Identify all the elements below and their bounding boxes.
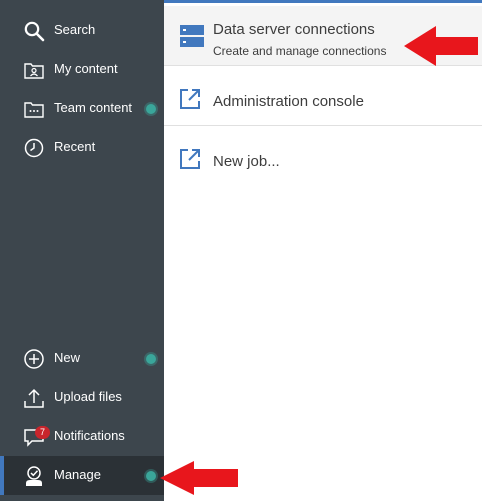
sidebar-item-recent[interactable]: Recent (0, 128, 164, 167)
item-subtitle: Create and manage connections (213, 44, 387, 58)
launch-icon (179, 88, 201, 115)
app-root: Search My content Team content Recent Ne… (0, 0, 482, 501)
team-content-icon (23, 98, 45, 120)
server-icon (179, 23, 205, 54)
sidebar-item-label: Manage (54, 467, 101, 482)
annotation-arrow-icon (160, 461, 238, 495)
sidebar-item-label: New (54, 350, 81, 365)
search-icon (23, 20, 45, 42)
manage-panel: Data server connections Create and manag… (164, 3, 482, 501)
sidebar-item-label: Team content (54, 100, 133, 115)
launch-icon (179, 148, 201, 175)
plus-circle-icon (23, 348, 45, 370)
sidebar-item-label: Search (54, 22, 96, 37)
administration-console-item[interactable]: Administration console (164, 66, 482, 125)
item-title: New job... (213, 153, 280, 170)
sidebar-item-label: Upload files (54, 389, 122, 404)
new-job-item[interactable]: New job... (164, 126, 482, 185)
sidebar-item-team-content[interactable]: Team content (0, 89, 164, 128)
active-indicator (0, 456, 4, 495)
sidebar-item-upload-files[interactable]: Upload files (0, 378, 164, 417)
sidebar-item-label: Notifications (54, 428, 125, 443)
sidebar-item-manage[interactable]: Manage (0, 456, 164, 495)
item-title: Data server connections (213, 21, 375, 38)
sidebar-item-notifications[interactable]: Notifications (0, 417, 164, 456)
clock-icon (23, 137, 45, 159)
sidebar-item-search[interactable]: Search (0, 11, 164, 50)
status-dot (146, 354, 156, 364)
sidebar-item-label: My content (54, 61, 118, 76)
sidebar-item-my-content[interactable]: My content (0, 50, 164, 89)
my-content-icon (23, 59, 45, 81)
status-dot (146, 471, 156, 481)
item-title: Administration console (213, 93, 364, 110)
upload-icon (23, 387, 45, 409)
annotation-arrow-icon (404, 26, 478, 66)
manage-icon (23, 465, 45, 487)
status-dot (146, 104, 156, 114)
sidebar-item-label: Recent (54, 139, 96, 154)
sidebar-item-new[interactable]: New (0, 339, 164, 378)
notification-badge: 7 (35, 426, 50, 439)
sidebar: Search My content Team content Recent Ne… (0, 0, 164, 501)
